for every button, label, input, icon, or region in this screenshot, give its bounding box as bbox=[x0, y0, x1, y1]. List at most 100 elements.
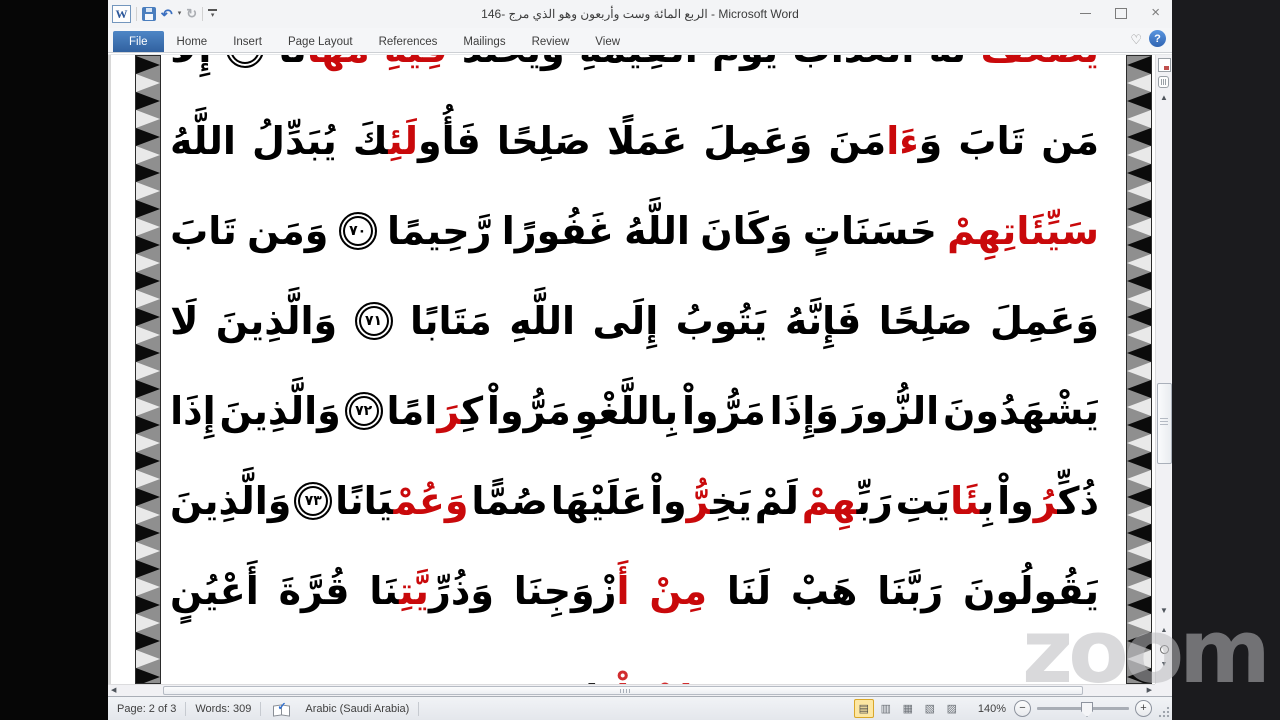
tab-file[interactable]: File bbox=[113, 31, 164, 52]
quran-word: بِاللَّغْوِ bbox=[574, 389, 679, 433]
select-browse-object-button[interactable] bbox=[1160, 645, 1169, 654]
view-web-layout-button[interactable]: ▦ bbox=[898, 699, 918, 718]
view-ruler-icon[interactable] bbox=[1158, 58, 1171, 72]
undo-dropdown-icon[interactable]: ▾ bbox=[178, 10, 182, 18]
quran-word: لَهُ bbox=[929, 55, 966, 71]
app-background-sliver bbox=[108, 55, 111, 684]
word-count[interactable]: Words: 309 bbox=[186, 703, 260, 715]
tab-view[interactable]: View bbox=[582, 31, 633, 52]
ornament-triangle bbox=[136, 236, 160, 254]
quran-word: أَعْيُنٍ bbox=[170, 569, 259, 613]
page-border-ornament-left bbox=[135, 55, 161, 684]
quran-word: مَتَابًا bbox=[409, 299, 492, 343]
heart-icon[interactable]: ♡ bbox=[1130, 33, 1142, 46]
quran-word: وَعُمْيَانًا bbox=[335, 479, 469, 523]
tab-home[interactable]: Home bbox=[164, 31, 221, 52]
view-print-layout-button[interactable]: ▤ bbox=[853, 699, 874, 718]
zoom-slider-thumb[interactable] bbox=[1081, 702, 1093, 717]
next-page-button[interactable]: ▼ bbox=[1156, 661, 1172, 668]
quran-word: إِلَّا bbox=[170, 55, 211, 71]
scrollbar-corner bbox=[1155, 684, 1172, 696]
ornament-triangle bbox=[136, 218, 160, 236]
tab-mailings[interactable]: Mailings bbox=[450, 31, 518, 52]
customize-qat-button[interactable]: ▾ bbox=[208, 8, 218, 20]
quran-word: كِرَامًا bbox=[386, 389, 484, 433]
verse-number-badge: ٧١ bbox=[354, 302, 393, 340]
ornament-triangle bbox=[136, 308, 160, 326]
ornament-triangle bbox=[1127, 524, 1151, 542]
quran-word: غَفُورًا bbox=[501, 209, 614, 253]
horizontal-scrollbar[interactable]: ◀ ▶ bbox=[108, 684, 1155, 696]
hand-icon[interactable] bbox=[1158, 76, 1169, 88]
page-indicator[interactable]: Page: 2 of 3 bbox=[108, 703, 185, 715]
ornament-triangle bbox=[1127, 128, 1151, 146]
ornament-triangle bbox=[136, 182, 160, 200]
save-button[interactable] bbox=[142, 7, 156, 21]
quran-word: لَمْ bbox=[754, 479, 799, 523]
previous-page-button[interactable]: ▲ bbox=[1156, 627, 1172, 634]
scroll-right-arrow[interactable]: ▶ bbox=[1147, 686, 1152, 694]
resize-grip[interactable] bbox=[1158, 705, 1170, 718]
quran-word: يَشْهَدُونَ bbox=[942, 389, 1099, 433]
document-area: يُضَعَفْ لَهُ الْعَذَابُ يَوْمَ الْقِيَمَةِ و… bbox=[108, 55, 1155, 684]
language-indicator[interactable]: Arabic (Saudi Arabia) bbox=[296, 703, 418, 715]
quran-line: ذُكِّرُواْ بِئَايَتِ رَبِّهِمْ لَمْ يَخِرُّو… bbox=[170, 457, 1099, 545]
scroll-left-arrow[interactable]: ◀ bbox=[111, 686, 116, 694]
ornament-triangle bbox=[1127, 542, 1151, 560]
view-draft-button[interactable]: ▨ bbox=[942, 699, 962, 718]
ornament-triangle bbox=[136, 524, 160, 542]
status-separator bbox=[260, 701, 262, 716]
page-border-ornament-right bbox=[1126, 55, 1152, 684]
quran-word: هَبْ bbox=[790, 569, 858, 613]
repeat-button[interactable]: ↻ bbox=[186, 7, 197, 21]
quran-line: وَاجْعَلْنَا bbox=[585, 655, 716, 684]
vertical-scrollbar[interactable]: ▲ ▼ ▲ ▼ bbox=[1155, 55, 1172, 684]
scroll-up-arrow[interactable]: ▲ bbox=[1156, 93, 1172, 102]
quran-line: يُضَعَفْ لَهُ الْعَذَابُ يَوْمَ الْقِيَمَةِ و… bbox=[170, 55, 1099, 93]
ornament-triangle bbox=[136, 380, 160, 398]
ornament-triangle bbox=[1127, 326, 1151, 344]
tab-insert[interactable]: Insert bbox=[220, 31, 275, 52]
view-full-screen-reading-button[interactable]: ▥ bbox=[876, 699, 896, 718]
maximize-button[interactable] bbox=[1115, 7, 1128, 19]
ornament-triangle bbox=[1127, 632, 1151, 650]
tab-page-layout[interactable]: Page Layout bbox=[275, 31, 366, 52]
proofing-status-icon[interactable]: ✓ bbox=[273, 701, 291, 717]
quran-word: اللَّهِ bbox=[509, 299, 576, 343]
horizontal-scroll-thumb[interactable] bbox=[163, 686, 1083, 695]
quran-word: رَبِّهِمْ bbox=[801, 479, 893, 523]
zoom-level[interactable]: 140% bbox=[970, 703, 1014, 715]
toolbar-separator bbox=[202, 7, 204, 21]
toolbar-separator bbox=[136, 7, 137, 21]
tab-references[interactable]: References bbox=[366, 31, 451, 52]
undo-button[interactable]: ↶ bbox=[161, 7, 173, 21]
zoom-out-button[interactable]: − bbox=[1014, 700, 1031, 717]
ornament-triangle bbox=[1127, 470, 1151, 488]
zoom-in-button[interactable]: + bbox=[1135, 700, 1152, 717]
minimize-button[interactable] bbox=[1080, 12, 1092, 14]
quran-word: ذُكِّرُواْ bbox=[997, 479, 1099, 523]
vertical-scroll-thumb[interactable] bbox=[1157, 383, 1172, 464]
close-button[interactable]: × bbox=[1151, 5, 1160, 20]
help-button[interactable]: ? bbox=[1149, 30, 1166, 47]
view-mode-buttons: ▤ ▥ ▦ ▧ ▨ bbox=[853, 699, 962, 718]
ornament-triangle bbox=[1127, 236, 1151, 254]
quran-word: مَرُّواْ bbox=[486, 389, 571, 433]
quran-word: وَاجْعَلْنَا bbox=[585, 677, 716, 684]
ornament-triangle bbox=[1127, 488, 1151, 506]
zoom-slider[interactable] bbox=[1037, 702, 1129, 717]
ornament-triangle bbox=[1127, 110, 1151, 128]
tab-review[interactable]: Review bbox=[519, 31, 583, 52]
view-outline-button[interactable]: ▧ bbox=[920, 699, 940, 718]
quran-word: مَرُّواْ bbox=[682, 389, 766, 433]
ornament-triangle bbox=[136, 146, 160, 164]
quran-word: مُهَانًا bbox=[278, 55, 369, 71]
word-window: W ↶ ▾ ↻ ▾ الربع المائة وست وأربعون وهو ا… bbox=[108, 0, 1172, 720]
ornament-triangle bbox=[136, 254, 160, 272]
quran-word: فَإِنَّهُ bbox=[784, 299, 862, 343]
scroll-down-arrow[interactable]: ▼ bbox=[1156, 606, 1172, 615]
quran-word: وَيَخْلُدْ bbox=[462, 55, 565, 71]
ornament-triangle bbox=[136, 632, 160, 650]
word-app-icon[interactable]: W bbox=[112, 5, 131, 23]
ornament-triangle bbox=[1127, 668, 1151, 683]
